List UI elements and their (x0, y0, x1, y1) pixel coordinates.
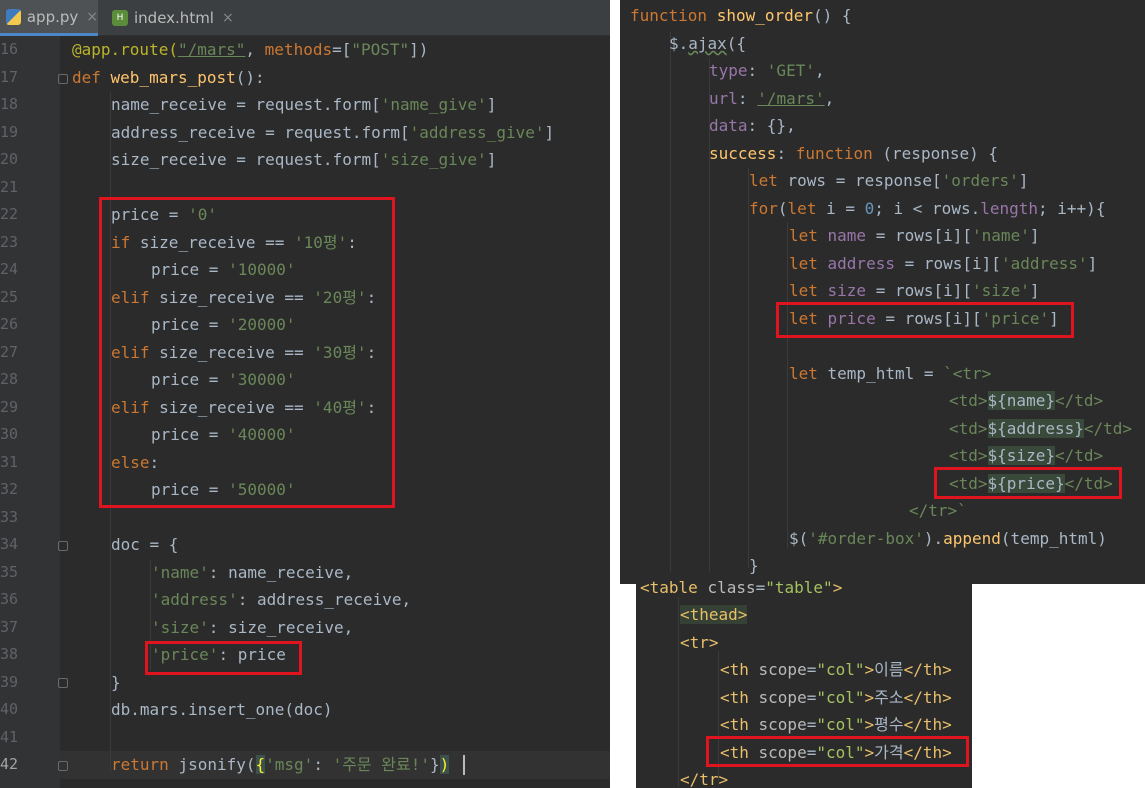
code-line-35: 'name': name_receive, (151, 563, 354, 582)
line-number: 40 (0, 700, 19, 718)
code-line-37: 'size': size_receive, (151, 618, 354, 637)
line-number: 28 (0, 370, 19, 388)
line-number: 34 (0, 535, 19, 553)
js-line-20: $('#order-box').append(temp_html) (789, 529, 1107, 548)
code-line-42: return jsonify({'msg': '주문 완료!'}) (111, 755, 450, 774)
line-number: 20 (0, 150, 19, 168)
js-line-16: <td>${address}</td> (949, 419, 1133, 438)
line-number: 31 (0, 452, 19, 471)
html-line-tr: <tr> (680, 633, 719, 652)
highlight-let-price (776, 302, 1074, 338)
js-line-17: <td>${size}</td> (949, 446, 1104, 465)
fold-icon[interactable] (58, 74, 68, 84)
js-line-2: $.ajax({ (669, 34, 747, 53)
line-number: 30 (0, 425, 19, 443)
js-line-7: let rows = response['orders'] (749, 171, 1029, 190)
line-number: 19 (0, 122, 19, 141)
line-number: 16 (0, 40, 19, 58)
html-line-th-address: <th scope="col">주소</th> (720, 688, 952, 707)
fold-icon[interactable] (58, 678, 68, 688)
html-editor-panel: <table class="table"> <thead> <tr> <th s… (636, 575, 972, 788)
tab-index-html[interactable]: H index.html × (106, 0, 236, 36)
code-line-20: size_receive = request.form['size_give'] (111, 150, 497, 169)
line-number: 27 (0, 342, 19, 361)
tab-label: index.html (134, 9, 214, 27)
js-line-21: } (749, 556, 759, 575)
line-number: 18 (0, 95, 19, 113)
line-number: 25 (0, 287, 19, 306)
js-line-4: url: '/mars', (709, 89, 835, 108)
code-line-18: name_receive = request.form['name_give'] (111, 95, 497, 114)
html-line-th-size: <th scope="col">평수</th> (720, 715, 952, 734)
fold-icon[interactable] (58, 541, 68, 551)
line-number: 38 (0, 645, 19, 663)
code-line-40: db.mars.insert_one(doc) (111, 700, 333, 719)
close-icon[interactable]: × (222, 10, 234, 26)
editor-tab-bar: app.py × H index.html × (0, 0, 610, 36)
js-line-15: <td>${name}</td> (949, 391, 1104, 410)
js-line-3: type: 'GET', (709, 61, 825, 80)
python-file-icon (6, 8, 21, 25)
js-line-5: data: {}, (709, 116, 796, 135)
code-line-39: } (111, 673, 121, 692)
html-line-table: <table class="table"> (640, 578, 843, 597)
line-number: 42 (0, 755, 19, 773)
js-line-8: for(let i = 0; i < rows.length; i++){ (749, 199, 1106, 218)
code-line-34: doc = { (111, 535, 179, 554)
python-editor-panel: app.py × H index.html × 16 17 18 19 20 21 22 23… (0, 0, 610, 788)
line-number: 36 (0, 590, 19, 608)
highlight-th-price (706, 736, 969, 767)
js-line-10: let address = rows[i]['address'] (789, 254, 1098, 273)
code-line-17: def web_mars_post(): (72, 68, 265, 87)
close-icon[interactable]: × (86, 9, 98, 25)
highlight-price-field (145, 641, 302, 675)
html-file-icon: H (112, 10, 128, 26)
js-editor-panel: function show_order() { $.ajax({ type: '… (620, 0, 1145, 584)
tab-app-py[interactable]: app.py × (0, 0, 98, 36)
line-number: 21 (0, 177, 19, 196)
line-number: 33 (0, 507, 19, 526)
line-number: 26 (0, 315, 19, 333)
js-line-11: let size = rows[i]['size'] (789, 281, 1040, 300)
js-line-9: let name = rows[i]['name'] (789, 226, 1040, 245)
html-line-thead: <thead> (680, 605, 748, 624)
line-number: 39 (0, 672, 19, 691)
line-number: 22 (0, 205, 19, 223)
line-number: 24 (0, 260, 19, 278)
line-number: 29 (0, 397, 19, 416)
line-number: 32 (0, 480, 19, 498)
fold-icon[interactable] (58, 761, 68, 771)
js-line-19: </tr>` (909, 501, 967, 520)
code-line-16: @app.route("/mars", methods=["POST"]) (72, 40, 429, 59)
html-line-th-name: <th scope="col">이름</th> (720, 660, 952, 679)
tab-label: app.py (26, 7, 79, 26)
line-number: 17 (0, 67, 19, 86)
code-line-19: address_receive = request.form['address_… (111, 123, 555, 142)
line-number: 37 (0, 617, 19, 636)
js-line-14: let temp_html = `<tr> (789, 364, 992, 383)
text-caret (463, 755, 465, 775)
js-line-6: success: function (response) { (709, 144, 998, 163)
line-number: 23 (0, 232, 19, 251)
highlight-price-logic (99, 197, 395, 508)
html-line-tr-close: </tr> (680, 770, 729, 788)
highlight-td-price (934, 467, 1122, 499)
line-number: 35 (0, 562, 19, 581)
js-line-1: function show_order() { (630, 6, 852, 25)
code-line-36: 'address': address_receive, (151, 590, 412, 609)
line-number: 41 (0, 727, 19, 746)
